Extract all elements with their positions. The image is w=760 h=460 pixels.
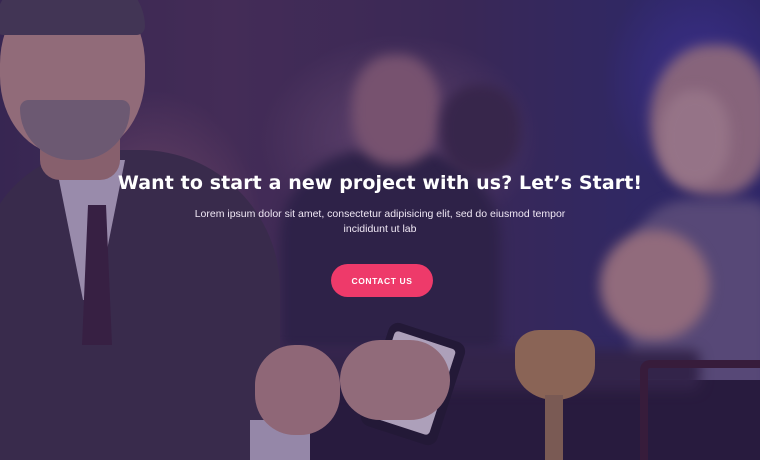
hero-headline: Want to start a new project with us? Let… xyxy=(117,172,643,194)
hero-subtext: Lorem ipsum dolor sit amet, consectetur … xyxy=(194,208,566,235)
contact-us-button[interactable]: CONTACT US xyxy=(331,264,433,297)
hero-content: Want to start a new project with us? Let… xyxy=(0,0,760,460)
hero-section: Want to start a new project with us? Let… xyxy=(0,0,760,460)
